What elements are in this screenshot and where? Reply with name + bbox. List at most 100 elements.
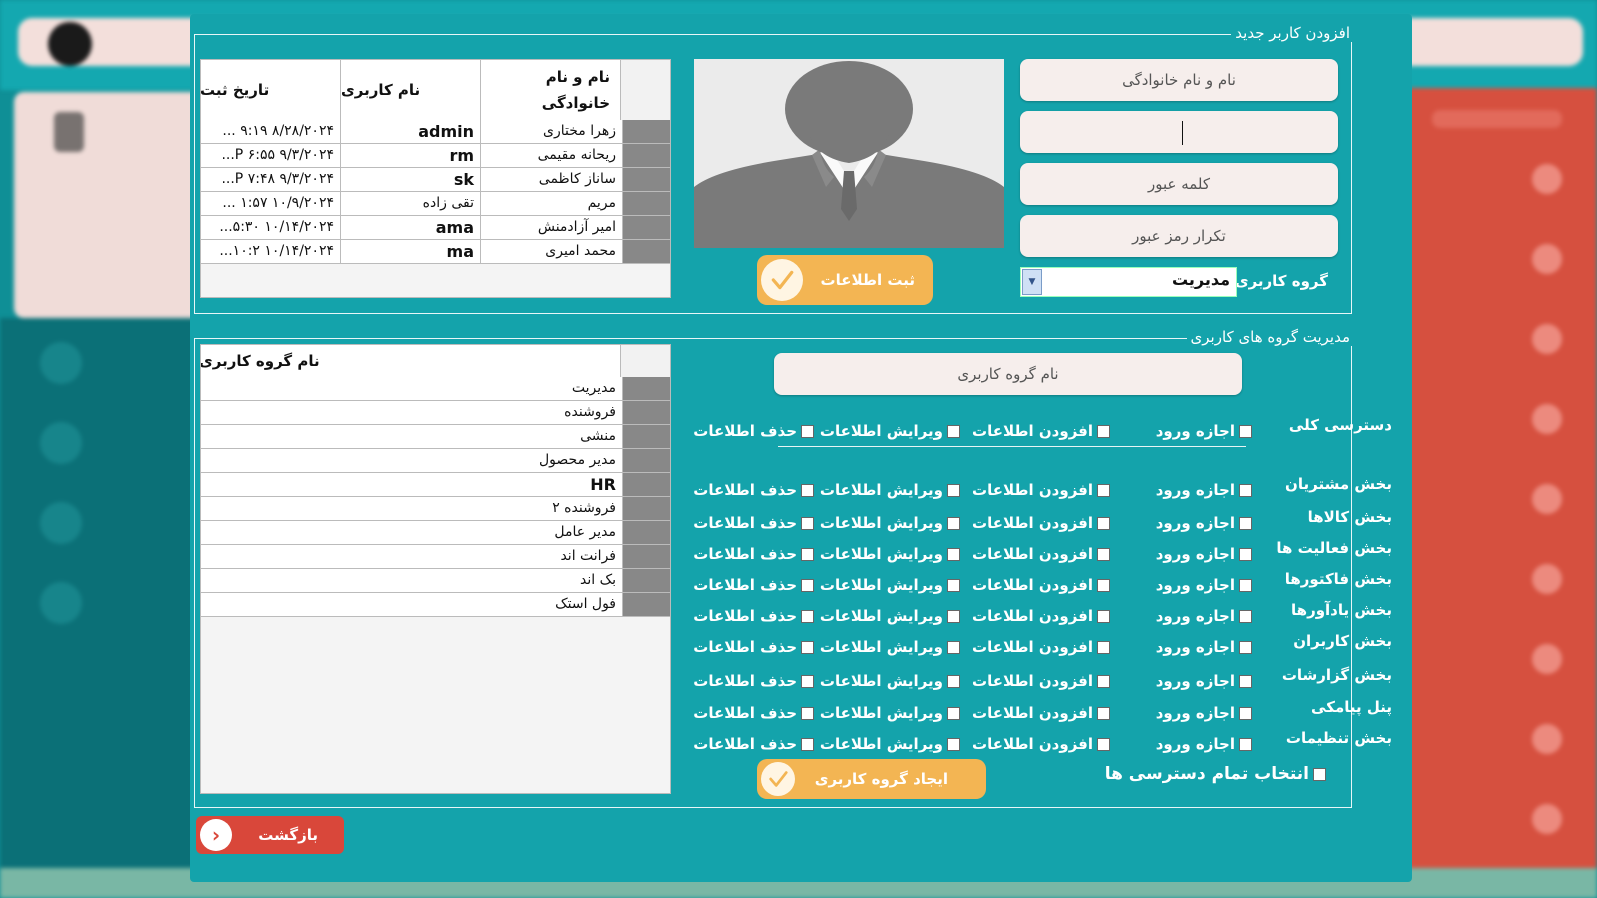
permission-checkbox-add[interactable]: افزودن اطلاعات <box>972 514 1110 532</box>
fullname-field[interactable]: نام و نام خانوادگی <box>1020 59 1338 101</box>
row-selector[interactable] <box>622 192 670 215</box>
checkbox-box[interactable] <box>1239 424 1252 438</box>
select-all-checkbox[interactable]: انتخاب تمام دسترسی ها <box>1105 764 1326 784</box>
row-selector[interactable] <box>622 401 670 424</box>
permission-checkbox-edit[interactable]: ویرایش اطلاعات <box>820 607 960 625</box>
permission-checkbox-edit[interactable]: ویرایش اطلاعات <box>820 638 960 656</box>
permission-checkbox-login[interactable]: اجازه ورود <box>1156 672 1252 690</box>
list-item[interactable]: فول استک <box>201 593 670 617</box>
list-item[interactable]: HR <box>201 473 670 497</box>
list-item[interactable]: بک اند <box>201 569 670 593</box>
permission-checkbox-login[interactable]: اجازه ورود <box>1156 576 1252 594</box>
permission-checkbox-delete[interactable]: حذف اطلاعات <box>693 481 814 499</box>
checkbox-box[interactable] <box>1097 547 1110 561</box>
checkbox-box[interactable] <box>947 706 960 720</box>
table-row[interactable]: امیر آزادمنش ama ۱۰/۱۴/۲۰۲۴ ۵:۳۰... <box>201 216 670 240</box>
permission-checkbox-delete[interactable]: حذف اطلاعات <box>693 422 814 440</box>
checkbox-box[interactable] <box>801 640 814 654</box>
checkbox-box[interactable] <box>801 483 814 497</box>
group-name-field[interactable]: نام گروه کاربری <box>774 353 1242 395</box>
permission-checkbox-login[interactable]: اجازه ورود <box>1156 422 1252 440</box>
permission-checkbox-add[interactable]: افزودن اطلاعات <box>972 735 1110 753</box>
checkbox-box[interactable] <box>1097 516 1110 530</box>
permission-checkbox-delete[interactable]: حذف اطلاعات <box>693 607 814 625</box>
checkbox-box[interactable] <box>801 674 814 688</box>
permission-checkbox-edit[interactable]: ویرایش اطلاعات <box>820 422 960 440</box>
row-selector[interactable] <box>622 497 670 520</box>
checkbox-box[interactable] <box>1313 767 1326 781</box>
row-selector[interactable] <box>622 449 670 472</box>
permission-checkbox-edit[interactable]: ویرایش اطلاعات <box>820 576 960 594</box>
permission-checkbox-delete[interactable]: حذف اطلاعات <box>693 545 814 563</box>
permission-checkbox-login[interactable]: اجازه ورود <box>1156 545 1252 563</box>
permission-checkbox-login[interactable]: اجازه ورود <box>1156 735 1252 753</box>
create-group-button[interactable]: ایجاد گروه کاربری <box>757 759 986 799</box>
permission-checkbox-login[interactable]: اجازه ورود <box>1156 481 1252 499</box>
permission-checkbox-add[interactable]: افزودن اطلاعات <box>972 481 1110 499</box>
permission-checkbox-edit[interactable]: ویرایش اطلاعات <box>820 735 960 753</box>
back-button[interactable]: ‹ بازگشت <box>196 816 344 854</box>
permission-checkbox-login[interactable]: اجازه ورود <box>1156 704 1252 722</box>
permission-checkbox-login[interactable]: اجازه ورود <box>1156 514 1252 532</box>
checkbox-box[interactable] <box>1097 737 1110 751</box>
row-selector[interactable] <box>622 545 670 568</box>
user-photo[interactable] <box>694 59 1004 248</box>
row-selector[interactable] <box>622 216 670 239</box>
list-item[interactable]: مدیریت <box>201 377 670 401</box>
row-selector[interactable] <box>622 593 670 616</box>
checkbox-box[interactable] <box>801 547 814 561</box>
checkbox-box[interactable] <box>1097 706 1110 720</box>
checkbox-box[interactable] <box>1097 578 1110 592</box>
list-item[interactable]: منشی <box>201 425 670 449</box>
checkbox-box[interactable] <box>1097 640 1110 654</box>
checkbox-box[interactable] <box>947 547 960 561</box>
table-row[interactable]: محمد امیری ma ۱۰/۱۴/۲۰۲۴ ۱۰:۲... <box>201 240 670 264</box>
permission-checkbox-edit[interactable]: ویرایش اطلاعات <box>820 545 960 563</box>
list-item[interactable]: فروشنده <box>201 401 670 425</box>
checkbox-box[interactable] <box>947 674 960 688</box>
list-item[interactable]: فروشنده ۲ <box>201 497 670 521</box>
save-user-button[interactable]: ثبت اطلاعات <box>757 255 933 305</box>
checkbox-box[interactable] <box>947 424 960 438</box>
row-selector[interactable] <box>622 120 670 143</box>
row-selector[interactable] <box>622 473 670 496</box>
checkbox-box[interactable] <box>1239 737 1252 751</box>
permission-checkbox-add[interactable]: افزودن اطلاعات <box>972 672 1110 690</box>
checkbox-box[interactable] <box>1239 578 1252 592</box>
checkbox-box[interactable] <box>1239 674 1252 688</box>
checkbox-box[interactable] <box>801 706 814 720</box>
checkbox-box[interactable] <box>947 483 960 497</box>
permission-checkbox-edit[interactable]: ویرایش اطلاعات <box>820 704 960 722</box>
checkbox-box[interactable] <box>801 609 814 623</box>
permission-checkbox-edit[interactable]: ویرایش اطلاعات <box>820 514 960 532</box>
checkbox-box[interactable] <box>1239 483 1252 497</box>
permission-checkbox-delete[interactable]: حذف اطلاعات <box>693 735 814 753</box>
row-selector[interactable] <box>622 168 670 191</box>
checkbox-box[interactable] <box>801 578 814 592</box>
checkbox-box[interactable] <box>1239 609 1252 623</box>
username-field[interactable] <box>1020 111 1338 153</box>
permission-checkbox-add[interactable]: افزودن اطلاعات <box>972 576 1110 594</box>
checkbox-box[interactable] <box>947 640 960 654</box>
permission-checkbox-edit[interactable]: ویرایش اطلاعات <box>820 481 960 499</box>
row-selector[interactable] <box>622 377 670 400</box>
permission-checkbox-add[interactable]: افزودن اطلاعات <box>972 704 1110 722</box>
list-item[interactable]: مدیر محصول <box>201 449 670 473</box>
list-item[interactable]: فرانت اند <box>201 545 670 569</box>
password-repeat-field[interactable]: تکرار رمز عبور <box>1020 215 1338 257</box>
checkbox-box[interactable] <box>1239 547 1252 561</box>
permission-checkbox-add[interactable]: افزودن اطلاعات <box>972 422 1110 440</box>
permission-checkbox-add[interactable]: افزودن اطلاعات <box>972 545 1110 563</box>
permission-checkbox-delete[interactable]: حذف اطلاعات <box>693 514 814 532</box>
permission-checkbox-add[interactable]: افزودن اطلاعات <box>972 638 1110 656</box>
permission-checkbox-delete[interactable]: حذف اطلاعات <box>693 638 814 656</box>
list-item[interactable]: مدیر عامل <box>201 521 670 545</box>
checkbox-box[interactable] <box>1239 640 1252 654</box>
checkbox-box[interactable] <box>947 516 960 530</box>
permission-checkbox-delete[interactable]: حذف اطلاعات <box>693 576 814 594</box>
table-row[interactable]: زهرا مختاری admin ۸/۲۸/۲۰۲۴ ۹:۱۹ ... <box>201 120 670 144</box>
permission-checkbox-login[interactable]: اجازه ورود <box>1156 638 1252 656</box>
row-selector[interactable] <box>622 240 670 263</box>
checkbox-box[interactable] <box>801 737 814 751</box>
row-selector[interactable] <box>622 425 670 448</box>
